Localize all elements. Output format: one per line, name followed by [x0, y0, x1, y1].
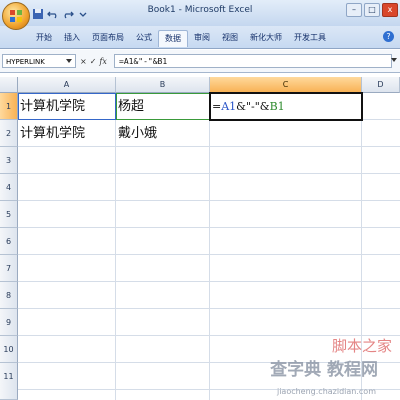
column-header-c[interactable]: C: [210, 77, 362, 93]
row-header-1[interactable]: 1: [0, 93, 18, 120]
restore-button[interactable]: □: [364, 3, 380, 17]
watermark-url: jiaocheng.chazidian.com: [276, 387, 376, 396]
tab-developer[interactable]: 开发工具: [288, 30, 332, 46]
row-header-7[interactable]: 7: [0, 255, 18, 282]
column-header-b[interactable]: B: [116, 77, 210, 93]
help-icon[interactable]: ?: [383, 31, 394, 42]
row-header-6[interactable]: 6: [0, 228, 18, 255]
formula-reference-a1: [18, 93, 116, 120]
row-header-5[interactable]: 5: [0, 201, 18, 228]
tab-addin[interactable]: 新化大师: [244, 30, 288, 46]
watermark-text: 查字典 教程网: [270, 360, 378, 380]
column-header-d[interactable]: D: [362, 77, 400, 93]
watermark-text: 脚本之家: [331, 337, 392, 355]
row-header-2[interactable]: 2: [0, 120, 18, 147]
window-title: Book1 - Microsoft Excel: [147, 5, 253, 15]
insert-function-icon[interactable]: fx: [99, 57, 106, 66]
row-header-4[interactable]: 4: [0, 174, 18, 201]
cancel-icon[interactable]: ×: [80, 57, 87, 66]
enter-icon[interactable]: ✓: [90, 57, 97, 66]
formula-reference-b1: [116, 93, 210, 120]
name-box-dropdown-icon[interactable]: [66, 59, 72, 63]
select-all-corner[interactable]: [0, 77, 18, 93]
row-header-3[interactable]: 3: [0, 147, 18, 174]
ribbon-tabs: 开始 插入 页面布局 公式 数据 审阅 视图 新化大师 开发工具: [30, 30, 332, 47]
row-header-10[interactable]: 10: [0, 336, 18, 363]
row-header-8[interactable]: 8: [0, 282, 18, 309]
office-button[interactable]: [2, 2, 30, 30]
cell-b2[interactable]: 戴小娥: [116, 120, 210, 147]
name-box[interactable]: HYPERLINK: [2, 54, 76, 68]
formula-bar: HYPERLINK × ✓ fx =A1&"-"&B1: [0, 50, 400, 73]
title-bar: Book1 - Microsoft Excel – □ x: [0, 0, 400, 30]
row-header-11[interactable]: 11: [0, 363, 18, 400]
office-logo-icon: [10, 10, 22, 22]
tab-page-layout[interactable]: 页面布局: [86, 30, 130, 46]
cell-a2[interactable]: 计算机学院: [18, 120, 116, 147]
expand-formula-bar-icon[interactable]: [391, 58, 397, 62]
formula-buttons: × ✓ fx: [80, 54, 107, 68]
tab-home[interactable]: 开始: [30, 30, 58, 46]
ribbon-tab-bar: 开始 插入 页面布局 公式 数据 审阅 视图 新化大师 开发工具 ?: [0, 26, 400, 49]
column-header-a[interactable]: A: [18, 77, 116, 93]
window-controls: – □ x: [346, 3, 398, 17]
active-cell-border: [209, 92, 363, 121]
close-button[interactable]: x: [382, 3, 398, 17]
minimize-button[interactable]: –: [346, 3, 362, 17]
tab-data[interactable]: 数据: [158, 30, 188, 47]
tab-insert[interactable]: 插入: [58, 30, 86, 46]
tab-view[interactable]: 视图: [216, 30, 244, 46]
row-header-9[interactable]: 9: [0, 309, 18, 336]
tab-formulas[interactable]: 公式: [130, 30, 158, 46]
formula-input[interactable]: =A1&"-"&B1: [114, 54, 392, 68]
tab-review[interactable]: 审阅: [188, 30, 216, 46]
